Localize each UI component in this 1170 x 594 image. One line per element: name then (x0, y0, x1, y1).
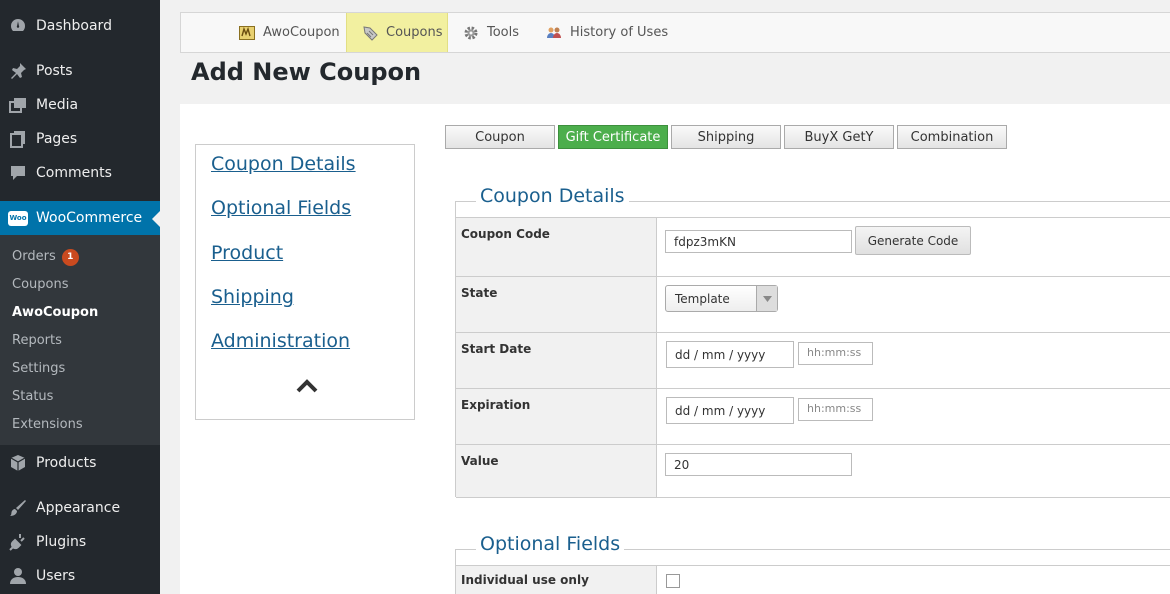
plugin-top-nav: AwoCoupon Coupons Tools History of Uses (180, 12, 1170, 53)
value-label: Value (456, 445, 657, 497)
submenu-label: Orders (12, 249, 56, 264)
section-anchor-box: Coupon Details Optional Fields Product S… (195, 144, 415, 420)
submenu-extensions[interactable]: Extensions (12, 417, 83, 432)
submenu-coupons[interactable]: Coupons (12, 277, 69, 292)
row-start-date: Start Date dd / mm / yyyy hh:mm:ss (456, 333, 1170, 389)
row-expiration: Expiration dd / mm / yyyy hh:mm:ss (456, 389, 1170, 445)
user-icon (9, 567, 27, 585)
chevron-up-icon[interactable] (296, 378, 318, 394)
page-title: Add New Coupon (191, 58, 422, 86)
type-buyx-gety-button[interactable]: BuyX GetY (784, 125, 894, 149)
menu-label: Posts (36, 63, 73, 79)
menu-label: WooCommerce (36, 210, 143, 226)
start-time-input[interactable]: hh:mm:ss (798, 342, 873, 365)
admin-sidebar: Dashboard Posts Media Pages Comments Woo… (0, 0, 160, 594)
individual-use-label: Individual use only (456, 566, 657, 594)
start-date-label: Start Date (456, 333, 657, 388)
woo-icon: Woo (8, 210, 28, 226)
dashboard-icon (9, 17, 27, 35)
nav-label: Coupons (386, 25, 443, 40)
menu-pages[interactable]: Pages (0, 122, 160, 156)
submenu-settings[interactable]: Settings (12, 361, 65, 376)
submenu-status[interactable]: Status (12, 389, 53, 404)
menu-comments[interactable]: Comments (0, 156, 160, 190)
coupon-code-label: Coupon Code (456, 218, 657, 276)
individual-use-checkbox[interactable] (666, 574, 680, 588)
pin-icon (9, 62, 27, 80)
state-selected-value: Template (675, 292, 730, 306)
details-form-table: Coupon Code Generate Code State Template (455, 217, 1170, 498)
submenu-awocoupon[interactable]: AwoCoupon (12, 305, 98, 320)
brush-icon (9, 499, 27, 517)
anchor-administration[interactable]: Administration (211, 330, 350, 352)
main-content: AwoCoupon Coupons Tools History of Uses … (160, 0, 1170, 594)
type-shipping-button[interactable]: Shipping (671, 125, 781, 149)
type-combination-button[interactable]: Combination (897, 125, 1007, 149)
row-state: State Template (456, 277, 1170, 333)
expiration-time-input[interactable]: hh:mm:ss (798, 398, 873, 421)
woo-logo-text: Woo (9, 214, 27, 222)
comment-icon (9, 164, 27, 182)
optional-form-table: Individual use only (455, 565, 1170, 594)
media-icon (9, 96, 27, 114)
state-label: State (456, 277, 657, 332)
optional-legend: Optional Fields (476, 533, 625, 555)
submenu-reports[interactable]: Reports (12, 333, 62, 348)
coupon-code-input[interactable] (665, 230, 852, 253)
anchor-optional-fields[interactable]: Optional Fields (211, 197, 351, 219)
value-input[interactable] (665, 453, 852, 476)
plug-icon (9, 533, 27, 551)
nav-history-of-uses[interactable]: History of Uses (545, 13, 668, 52)
chevron-down-icon (756, 286, 777, 311)
menu-label: Dashboard (36, 18, 112, 34)
menu-label: Appearance (36, 500, 121, 516)
anchor-shipping[interactable]: Shipping (211, 286, 294, 308)
menu-media[interactable]: Media (0, 88, 160, 122)
type-gift-certificate-button[interactable]: Gift Certificate (558, 125, 668, 149)
nav-label: AwoCoupon (263, 25, 340, 40)
expiration-date-input[interactable]: dd / mm / yyyy (666, 397, 794, 424)
details-legend: Coupon Details (476, 185, 629, 207)
gear-icon (462, 24, 480, 42)
anchor-coupon-details[interactable]: Coupon Details (211, 153, 356, 175)
orders-count-badge: 1 (61, 249, 79, 266)
nav-awocoupon[interactable]: AwoCoupon (238, 13, 340, 52)
row-individual-use: Individual use only (456, 566, 1170, 594)
menu-label: Users (36, 568, 76, 584)
woocommerce-submenu: Orders 1 Coupons AwoCoupon Reports Settin… (0, 235, 160, 445)
menu-posts[interactable]: Posts (0, 54, 160, 88)
active-menu-arrow (152, 211, 160, 227)
people-icon (545, 24, 563, 42)
awo-logo-icon (238, 24, 256, 42)
menu-plugins[interactable]: Plugins (0, 525, 160, 559)
nav-label: Tools (487, 25, 520, 40)
menu-products[interactable]: Products (0, 446, 160, 480)
box-icon (9, 454, 27, 472)
menu-label: Pages (36, 131, 78, 147)
coupon-tag-icon (361, 24, 379, 42)
nav-coupons[interactable]: Coupons (346, 13, 448, 52)
row-value: Value (456, 445, 1170, 498)
menu-label: Products (36, 455, 97, 471)
menu-dashboard[interactable]: Dashboard (0, 9, 160, 43)
start-date-input[interactable]: dd / mm / yyyy (666, 341, 794, 368)
submenu-orders[interactable]: Orders 1 (12, 249, 79, 266)
nav-tools[interactable]: Tools (462, 13, 519, 52)
type-coupon-button[interactable]: Coupon (445, 125, 555, 149)
coupon-form-panel: Coupon Details Optional Fields Product S… (180, 104, 1170, 594)
menu-users[interactable]: Users (0, 559, 160, 593)
menu-appearance[interactable]: Appearance (0, 491, 160, 525)
menu-label: Comments (36, 165, 112, 181)
expiration-label: Expiration (456, 389, 657, 444)
menu-woocommerce[interactable]: Woo WooCommerce (0, 201, 160, 235)
generate-code-button[interactable]: Generate Code (855, 226, 971, 255)
menu-label: Media (36, 97, 79, 113)
state-select[interactable]: Template (665, 285, 778, 312)
row-coupon-code: Coupon Code Generate Code (456, 218, 1170, 277)
anchor-product[interactable]: Product (211, 242, 283, 264)
menu-label: Plugins (36, 534, 87, 550)
pages-icon (9, 130, 27, 148)
nav-label: History of Uses (570, 25, 669, 40)
